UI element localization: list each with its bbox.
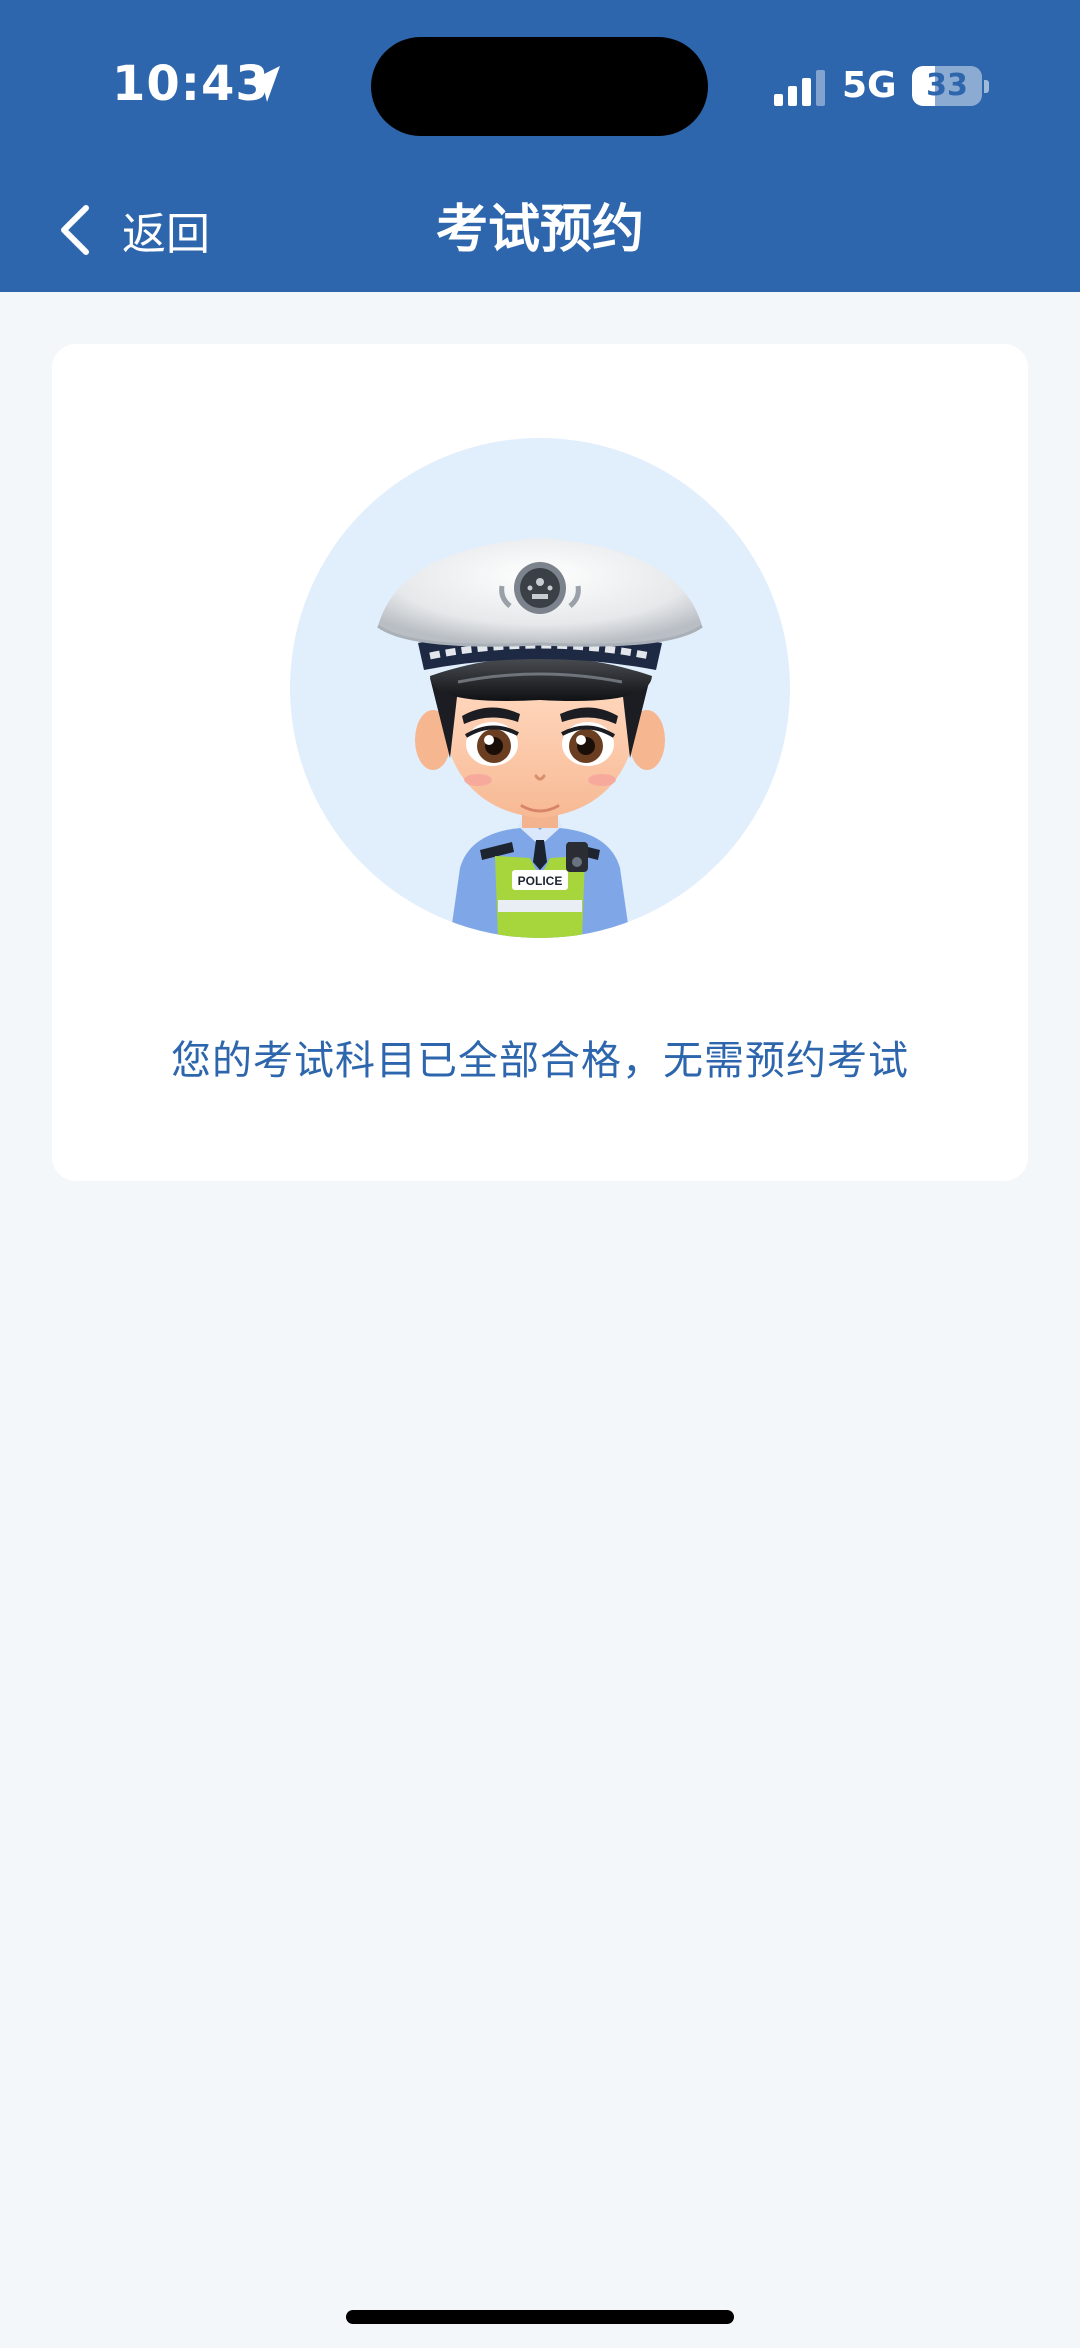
back-label: 返回	[122, 209, 210, 260]
battery-icon: 33	[912, 66, 982, 106]
dynamic-island	[371, 37, 708, 136]
battery-percentage: 33	[926, 68, 968, 103]
result-card: POLICE 您的考试科目已全部合格，无需预约考试	[52, 344, 1028, 1181]
chevron-left-icon	[61, 205, 89, 255]
battery-cap	[984, 80, 989, 93]
location-arrow-icon	[248, 66, 280, 102]
network-type: 5G	[842, 65, 897, 106]
back-button[interactable]: 返回	[54, 190, 210, 270]
police-officer-illustration: POLICE	[377, 538, 703, 938]
avatar-circle: POLICE	[290, 438, 790, 938]
cellular-signal-icon	[774, 70, 825, 106]
vest-badge-text: POLICE	[518, 874, 563, 888]
app-header: 10:43 5G 33 考试预约 返回	[0, 0, 1080, 292]
home-indicator[interactable]	[346, 2310, 734, 2324]
exam-status-message: 您的考试科目已全部合格，无需预约考试	[171, 1038, 909, 1084]
